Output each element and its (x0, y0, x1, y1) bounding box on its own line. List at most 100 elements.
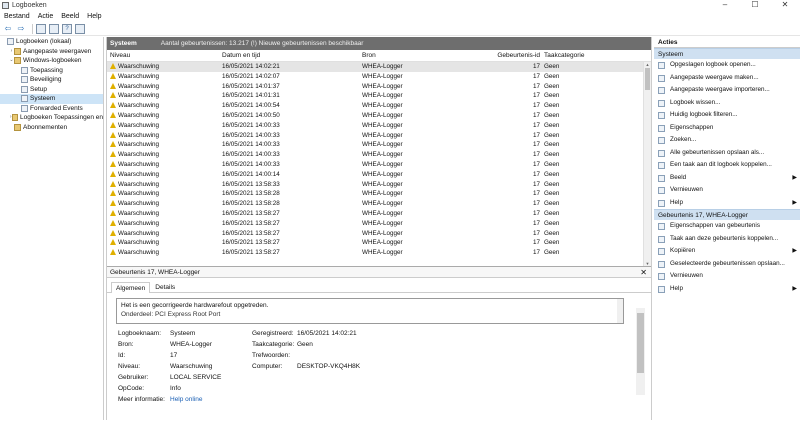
action-item[interactable]: Alle gebeurtenissen opslaan als... (654, 147, 800, 160)
actions-section-event[interactable]: Gebeurtenis 17, WHEA-Logger (654, 209, 800, 220)
action-item[interactable]: Aangepaste weergave importeren... (654, 84, 800, 97)
folder-icon[interactable] (36, 23, 46, 34)
action-item[interactable]: Help ▶ (654, 197, 800, 210)
action-item[interactable]: Help ▶ (654, 283, 800, 296)
table-row[interactable]: Waarschuwing 16/05/2021 14:00:33 WHEA-Logg… (107, 121, 651, 131)
column-datum[interactable]: Datum en tijd (222, 50, 362, 61)
action-item[interactable]: Aangepaste weergave maken... (654, 72, 800, 85)
column-id[interactable]: Gebeurtenis-id (462, 50, 544, 61)
tree-item[interactable]: › Aangepaste weergaven (0, 47, 103, 57)
action-label: Aangepaste weergave importeren... (670, 86, 770, 93)
event-message[interactable]: Het is een gecorrigeerde hardwarefout op… (116, 298, 624, 324)
table-row[interactable]: Waarschuwing 16/05/2021 14:00:14 WHEA-Logg… (107, 170, 651, 180)
navigation-tree: Logboeken (lokaal) › Aangepaste weergaven ⌄… (0, 37, 104, 420)
action-item[interactable]: Kopiëren ▶ (654, 245, 800, 258)
table-row[interactable]: Waarschuwing 16/05/2021 14:01:31 WHEA-Logg… (107, 91, 651, 101)
table-row[interactable]: Waarschuwing 16/05/2021 14:01:37 WHEA-Logg… (107, 82, 651, 92)
tree-item[interactable]: ⌄ Windows-logboeken (0, 56, 103, 66)
tab-details[interactable]: Details (150, 281, 180, 292)
action-item[interactable]: Beeld ▶ (654, 172, 800, 185)
maximize-button[interactable]: ☐ (740, 0, 770, 11)
cell-level: Waarschuwing (107, 150, 222, 160)
table-row[interactable]: Waarschuwing 16/05/2021 13:58:27 WHEA-Logg… (107, 229, 651, 239)
action-label: Zoeken... (670, 136, 697, 143)
detail-scrollbar[interactable] (636, 308, 645, 395)
detail-close-icon[interactable]: ✕ (640, 267, 647, 278)
action-icon (658, 87, 665, 94)
tree-item[interactable]: Systeem (0, 94, 103, 104)
scroll-thumb[interactable] (645, 68, 650, 90)
action-item[interactable]: Zoeken... (654, 134, 800, 147)
table-scrollbar[interactable]: ▲ ▼ (643, 62, 651, 266)
action-item[interactable]: Taak aan deze gebeurtenis koppelen... (654, 233, 800, 246)
level-text: Waarschuwing (118, 209, 160, 217)
tree-item[interactable]: Setup (0, 85, 103, 95)
property-label: OpCode: (118, 385, 145, 392)
action-item[interactable]: Vernieuwen (654, 270, 800, 283)
cell-datetime: 16/05/2021 14:01:31 (222, 92, 280, 100)
cell-source: WHEA-Logger (362, 102, 403, 110)
table-row[interactable]: Waarschuwing 16/05/2021 14:00:50 WHEA-Logg… (107, 111, 651, 121)
help-icon[interactable]: ? (62, 23, 72, 34)
action-item[interactable]: Logboek wissen... (654, 97, 800, 110)
action-item[interactable]: Opgeslagen logboek openen... (654, 59, 800, 72)
table-row[interactable]: Waarschuwing 16/05/2021 13:58:28 WHEA-Logg… (107, 199, 651, 209)
action-item[interactable]: Een taak aan dit logboek koppelen... (654, 159, 800, 172)
back-arrow-icon[interactable]: ⇦ (3, 24, 13, 34)
table-row[interactable]: Waarschuwing 16/05/2021 13:58:33 WHEA-Logg… (107, 180, 651, 190)
action-pane-icon[interactable] (75, 23, 85, 34)
console-tree-icon[interactable] (49, 23, 59, 34)
property-row: Logboeknaam: Systeem (118, 329, 195, 338)
column-bron[interactable]: Bron (362, 50, 462, 61)
action-item[interactable]: Eigenschappen van gebeurtenis (654, 220, 800, 233)
property-value: Info (170, 385, 181, 392)
level-text: Waarschuwing (118, 160, 160, 168)
cell-level: Waarschuwing (107, 82, 222, 92)
table-row[interactable]: Waarschuwing 16/05/2021 13:58:27 WHEA-Logg… (107, 248, 651, 258)
message-scrollbar[interactable] (617, 299, 623, 323)
table-row[interactable]: Waarschuwing 16/05/2021 14:00:33 WHEA-Logg… (107, 131, 651, 141)
cell-datetime: 16/05/2021 14:00:50 (222, 111, 280, 119)
cell-source: WHEA-Logger (362, 63, 403, 70)
table-row[interactable]: Waarschuwing 16/05/2021 14:00:33 WHEA-Logg… (107, 160, 651, 170)
actions-section-systeem[interactable]: Systeem (654, 48, 800, 59)
action-item[interactable]: Eigenschappen (654, 122, 800, 135)
detail-scroll-thumb[interactable] (637, 313, 644, 373)
tree-item[interactable]: Abonnementen (0, 123, 103, 133)
menu-beeld[interactable]: Beeld (57, 11, 83, 22)
cell-level: Waarschuwing (107, 131, 222, 141)
menu-bestand[interactable]: Bestand (0, 11, 34, 22)
action-item[interactable]: Vernieuwen (654, 184, 800, 197)
cell-id: 17 (532, 170, 540, 178)
column-niveau[interactable]: Niveau (107, 50, 222, 61)
minimize-button[interactable]: – (710, 0, 740, 11)
column-taakcategorie[interactable]: Taakcategorie (544, 50, 634, 61)
table-row[interactable]: Waarschuwing 16/05/2021 14:02:07 WHEA-Logg… (107, 72, 651, 82)
menu-actie[interactable]: Actie (34, 11, 58, 22)
table-row[interactable]: Waarschuwing 16/05/2021 13:58:27 WHEA-Logg… (107, 238, 651, 248)
forward-arrow-icon[interactable]: ⇨ (16, 24, 26, 34)
action-item[interactable]: Huidig logboek filteren... (654, 109, 800, 122)
table-row[interactable]: Waarschuwing 16/05/2021 14:00:33 WHEA-Logg… (107, 150, 651, 160)
table-row[interactable]: Waarschuwing 16/05/2021 13:58:27 WHEA-Logg… (107, 209, 651, 219)
menu-help[interactable]: Help (83, 11, 105, 22)
tree-item[interactable]: Toepassing (0, 66, 103, 76)
tree-item[interactable]: Logboeken (lokaal) (0, 37, 103, 47)
action-icon (658, 285, 665, 293)
cell-id: 17 (532, 229, 540, 237)
tree-item[interactable]: Beveiliging (0, 75, 103, 85)
tab-algemeen[interactable]: Algemeen (111, 282, 151, 293)
action-item[interactable]: Geselecteerde gebeurtenissen opslaan... (654, 258, 800, 271)
action-label: Help (670, 198, 683, 206)
table-row[interactable]: Waarschuwing 16/05/2021 14:00:54 WHEA-Logg… (107, 101, 651, 111)
close-button[interactable]: ✕ (770, 0, 800, 11)
table-row[interactable]: Waarschuwing 16/05/2021 13:58:27 WHEA-Logg… (107, 219, 651, 229)
cell-datetime: 16/05/2021 14:01:37 (222, 82, 280, 90)
table-row[interactable]: Waarschuwing 16/05/2021 14:00:33 WHEA-Logg… (107, 140, 651, 150)
help-online-link[interactable]: Help online (170, 395, 203, 404)
table-row[interactable]: Waarschuwing 16/05/2021 13:58:28 WHEA-Logg… (107, 189, 651, 199)
submenu-arrow-icon: ▶ (792, 248, 797, 254)
tree-item[interactable]: › Logboeken Toepassingen en (0, 113, 103, 123)
tree-item[interactable]: Forwarded Events (0, 104, 103, 114)
table-row[interactable]: Waarschuwing 16/05/2021 14:02:21 WHEA-Logg… (107, 62, 651, 72)
